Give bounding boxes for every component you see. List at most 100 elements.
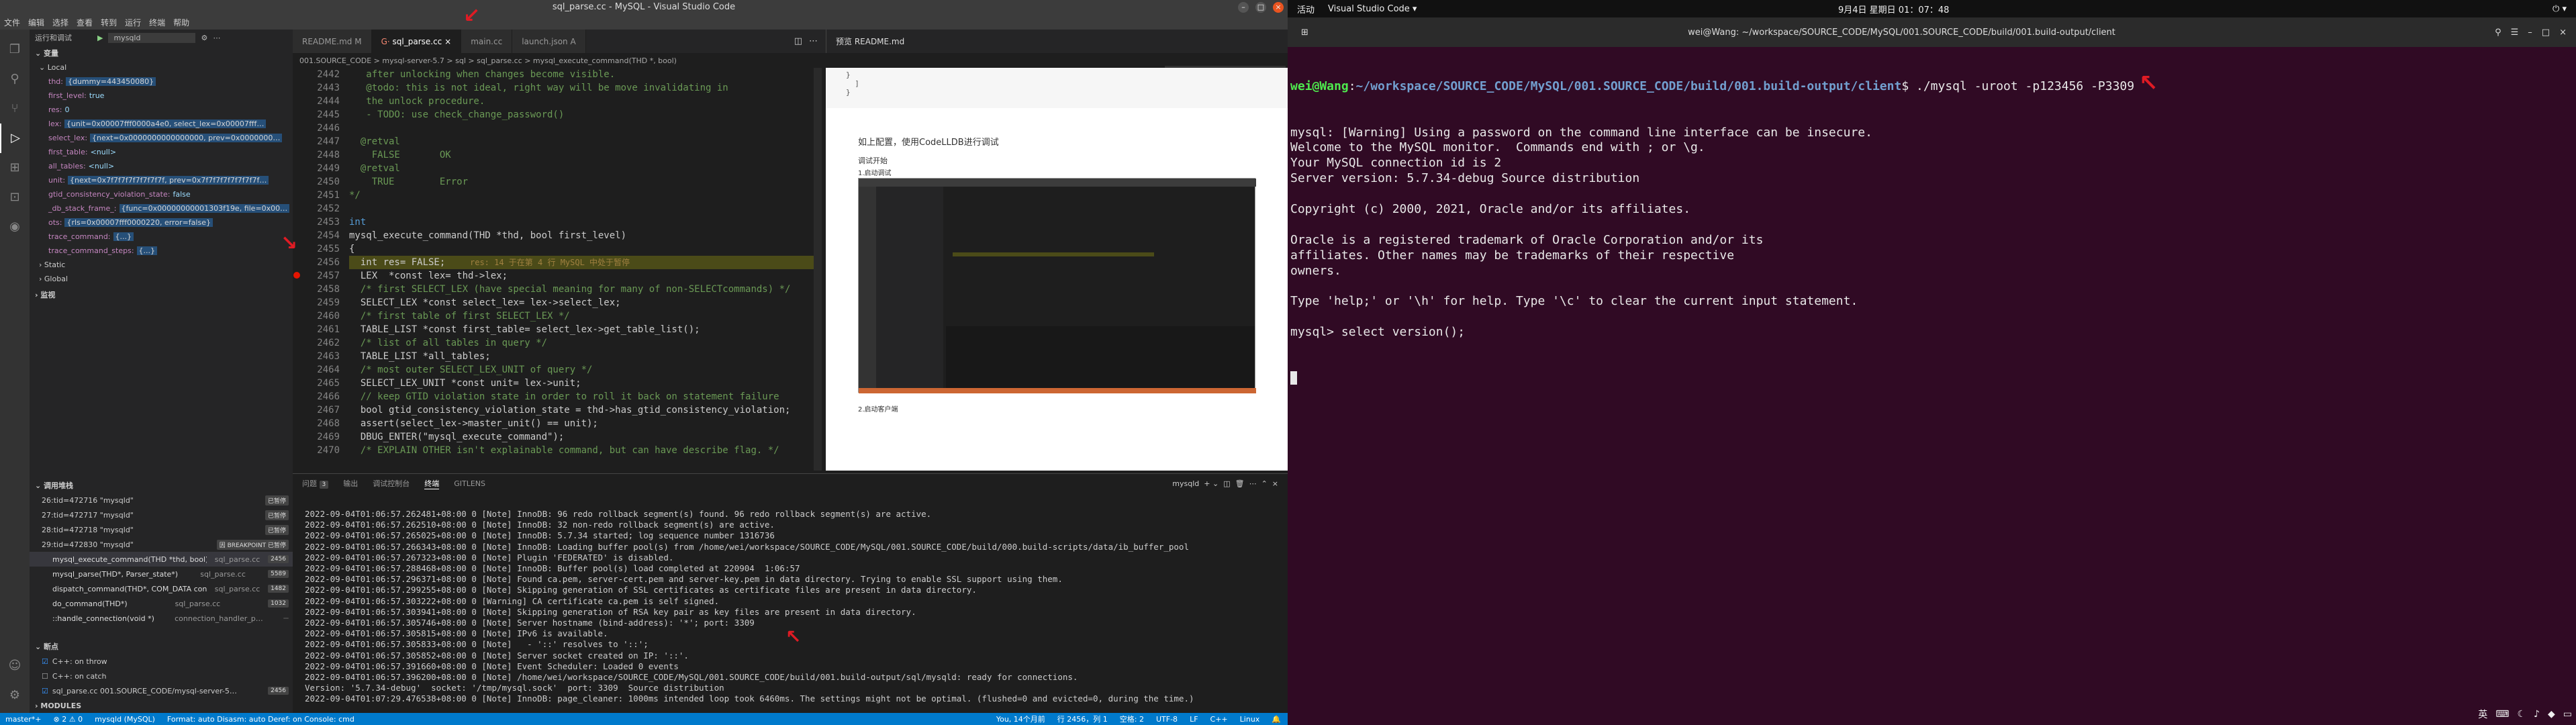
split-editor-icon[interactable]: ◫ [794, 36, 802, 46]
thread-row[interactable]: 28:tid=472718 "mysqld" 已暂停 [30, 522, 293, 537]
run-debug-icon[interactable]: ▷ [0, 124, 30, 153]
tab-gitlens[interactable]: GITLENS [454, 479, 485, 488]
variable-row[interactable]: res: 0 [30, 103, 293, 117]
account-icon[interactable]: ☺ [0, 651, 30, 681]
markdown-preview[interactable]: } ]} 如上配置，使用CodeLLDB进行调试 调试开始 1.启动调试 2.启… [826, 68, 1288, 471]
thread-row[interactable]: 29:tid=472830 "mysqld" 因 BREAKPOINT 已暂停 [30, 537, 293, 552]
stack-frame-row[interactable]: dispatch_command(THD*, COM_DATA const*, … [30, 581, 293, 596]
cursor-position[interactable]: 行 2456，列 1 [1057, 714, 1108, 724]
thread-row[interactable]: 26:tid=472716 "mysqld" 已暂停 [30, 493, 293, 508]
minimize-icon[interactable]: – [2528, 28, 2532, 38]
extensions-icon[interactable]: ⊞ [0, 153, 30, 183]
more-actions-icon[interactable]: ⋯ [809, 36, 818, 46]
static-scope[interactable]: › Static [30, 258, 293, 272]
variable-row[interactable]: _db_stack_frame_: {func=0x00000000001303f… [30, 201, 293, 215]
minimap[interactable] [814, 68, 822, 471]
trash-icon[interactable]: 🗑 [1235, 479, 1245, 488]
variable-row[interactable]: first_table: <null> [30, 145, 293, 159]
tab-readme[interactable]: README.md M [293, 30, 372, 53]
variable-row[interactable]: trace_command: {...} [30, 230, 293, 244]
source-control-icon[interactable]: ⑂ [0, 94, 30, 124]
global-scope[interactable]: › Global [30, 272, 293, 286]
language-mode[interactable]: C++ [1210, 715, 1228, 724]
watch-section[interactable]: › 监视 [30, 287, 293, 302]
breadcrumb[interactable]: 001.SOURCE_CODE > mysql-server-5.7 > sql… [293, 53, 964, 68]
breakpoint-row[interactable]: ☐ C++: on catch [30, 669, 293, 683]
tab-main[interactable]: main.cc [461, 30, 513, 53]
maximize-icon[interactable]: □ [2542, 28, 2550, 38]
modules-section[interactable]: › MODULES [30, 698, 81, 713]
maximize-icon[interactable]: □ [1255, 2, 1266, 13]
local-scope[interactable]: ⌄ Local [30, 60, 293, 75]
close-icon[interactable]: × [1273, 2, 1284, 13]
input-method[interactable]: 英 [2478, 708, 2487, 721]
variable-row[interactable]: ots: {rls=0x00007fff0000220, error=false} [30, 215, 293, 230]
variables-section[interactable]: ⌄ 变量 [30, 46, 293, 60]
code-editor[interactable]: after unlocking when changes become visi… [349, 68, 819, 471]
search-icon[interactable]: ⚲ [2495, 28, 2501, 38]
breakpoint-row[interactable]: ☑ C++: on throw [30, 654, 293, 669]
tab-terminal[interactable]: 终端 [424, 478, 440, 489]
thread-row[interactable]: 27:tid=472717 "mysqld" 已暂停 [30, 508, 293, 522]
explorer-icon[interactable]: ❐ [0, 35, 30, 64]
stack-frame-row[interactable]: ::handle_connection(void *) connection_ha… [30, 611, 293, 626]
menu-terminal[interactable]: 终端 [149, 17, 165, 28]
network-icon[interactable]: ◆ [2548, 709, 2555, 720]
menu-edit[interactable]: 编辑 [28, 17, 44, 28]
maximize-panel-icon[interactable]: ⌃ [1261, 479, 1268, 488]
blame-info[interactable]: You, 14个月前 [996, 714, 1045, 724]
debug-indicator[interactable]: mysqld (MySQL) [95, 715, 155, 724]
launch-config-select[interactable]: mysqld [108, 32, 196, 43]
stack-frame-row[interactable]: do_command(THD*) sql_parse.cc 1032 [30, 596, 293, 611]
minimize-icon[interactable]: – [1238, 2, 1249, 13]
tab-output[interactable]: 输出 [343, 478, 358, 489]
bell-icon[interactable]: 🔔 [1272, 715, 1281, 724]
activities-button[interactable]: 活动 [1297, 3, 1315, 15]
breakpoints-section[interactable]: ⌄ 断点 [30, 639, 293, 654]
remote-icon[interactable]: ⊡ [0, 183, 30, 212]
variable-row[interactable]: gtid_consistency_violation_state: false [30, 187, 293, 201]
new-tab-icon[interactable]: ⊞ [1301, 28, 1308, 38]
callstack-section[interactable]: ⌄ 调用堆栈 [30, 478, 293, 493]
split-terminal-icon[interactable]: ◫ [1223, 479, 1230, 488]
more-icon[interactable]: ⋯ [213, 34, 220, 42]
terminal-output[interactable]: 2022-09-04T01:06:57.262481+08:00 0 [Note… [293, 493, 1288, 705]
branch-indicator[interactable]: master*+ [5, 715, 42, 724]
moon-icon[interactable]: ☾ [2517, 709, 2526, 720]
search-icon[interactable]: ⚲ [0, 64, 30, 94]
stack-frame-row[interactable]: mysql_parse(THD*, Parser_state*) sql_pars… [30, 567, 293, 581]
menu-file[interactable]: 文件 [4, 17, 20, 28]
breakpoint-checkbox[interactable]: ☑ [42, 687, 48, 695]
menu-help[interactable]: 帮助 [173, 17, 189, 28]
menu-selection[interactable]: 选择 [52, 17, 68, 28]
keyboard-icon[interactable]: ⌨ [2495, 709, 2509, 720]
variable-row[interactable]: trace_command_steps: {...} [30, 244, 293, 258]
breakpoint-marker-icon[interactable] [293, 272, 300, 279]
variable-row[interactable]: unit: {next=0x7f7f7f7f7f7f7f7f, prev=0x7f… [30, 173, 293, 187]
close-panel-icon[interactable]: × [1272, 479, 1278, 488]
breakpoint-checkbox[interactable]: ☐ [42, 672, 48, 681]
indent-setting[interactable]: 空格: 2 [1120, 714, 1144, 724]
preview-tab[interactable]: 预览 README.md [826, 30, 1288, 53]
variable-row[interactable]: all_tables: <null> [30, 159, 293, 173]
app-menu[interactable]: Visual Studio Code ▾ [1328, 4, 1417, 14]
encoding[interactable]: UTF-8 [1156, 715, 1178, 724]
stack-frame-row[interactable]: mysql_execute_command(THD *thd, bool) sql… [30, 552, 293, 567]
tab-debug-console[interactable]: 调试控制台 [373, 478, 410, 489]
volume-icon[interactable]: ♪ [2534, 709, 2540, 720]
terminal-select[interactable]: mysqld [1172, 479, 1199, 488]
tab-problems[interactable]: 问题 3 [302, 478, 329, 489]
tab-launch[interactable]: launch.json A [512, 30, 586, 53]
os-indicator[interactable]: Linux [1240, 715, 1260, 724]
start-debug-icon[interactable]: ▶ [97, 34, 103, 42]
menu-go[interactable]: 转到 [101, 17, 117, 28]
lldb-format[interactable]: Format: auto Disasm: auto Deref: on Cons… [167, 715, 354, 724]
variable-row[interactable]: lex: {unit=0x00007fff0000a4e0, select_lex… [30, 117, 293, 131]
hamburger-menu-icon[interactable]: ☰ [2511, 28, 2519, 38]
close-icon[interactable]: × [2559, 28, 2567, 38]
breakpoint-checkbox[interactable]: ☑ [42, 657, 48, 666]
tab-close-icon[interactable]: × [444, 37, 451, 46]
terminal-body[interactable]: wei@Wang:~/workspace/SOURCE_CODE/MySQL/0… [1290, 47, 2573, 725]
menu-run[interactable]: 运行 [125, 17, 141, 28]
clock[interactable]: 9月4日 星期日 01：07：48 [1838, 3, 1949, 15]
